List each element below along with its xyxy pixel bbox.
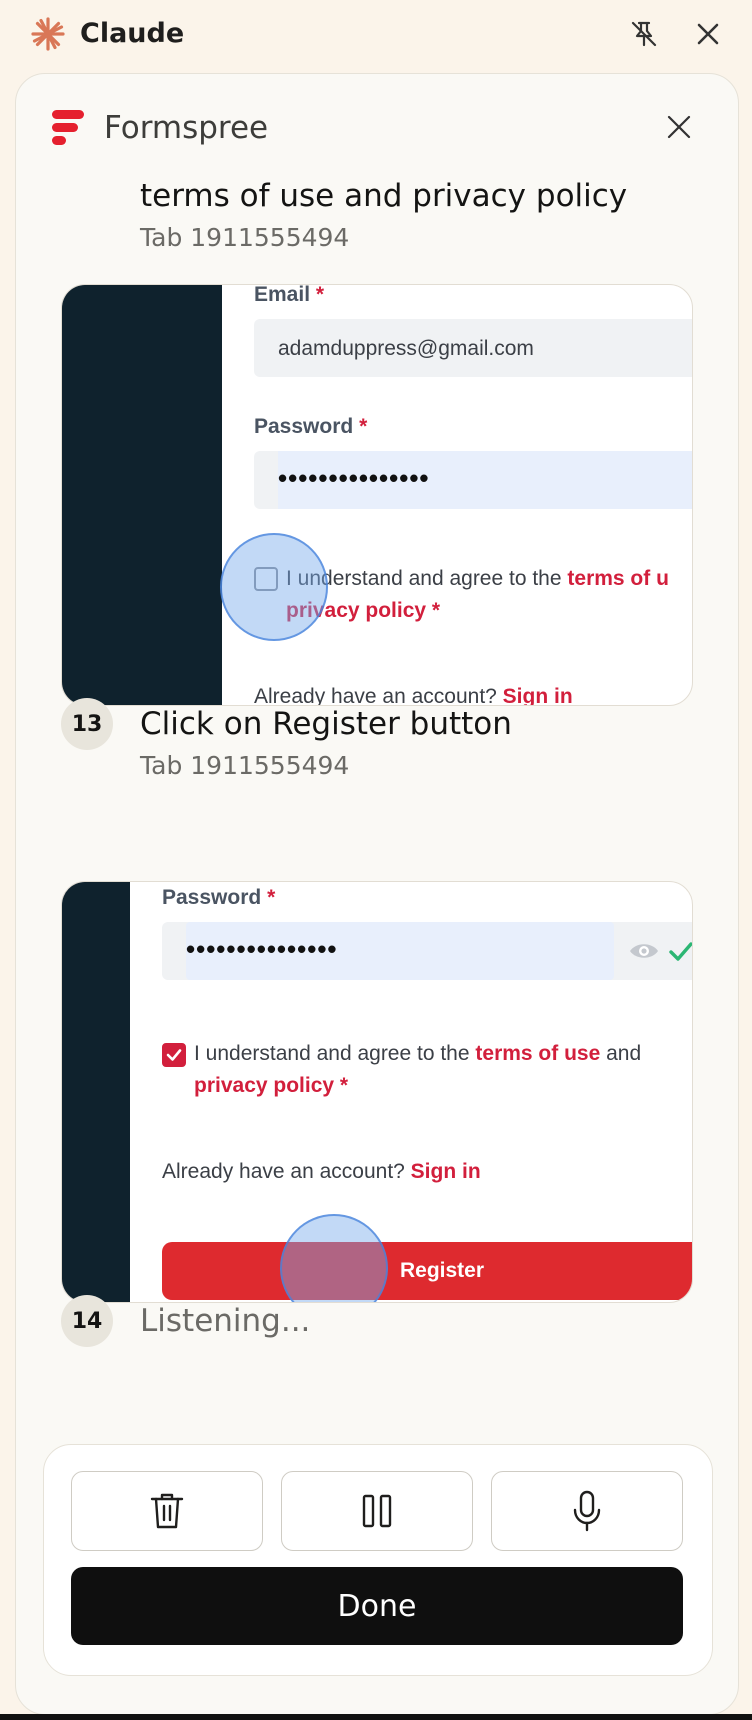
checkmark-icon xyxy=(669,942,692,961)
window-header: Claude xyxy=(0,0,752,70)
agree-text-line1: I understand and agree to the terms of u… xyxy=(194,1042,642,1065)
password-label: Password * xyxy=(254,415,368,438)
click-indicator xyxy=(280,1214,388,1302)
unpin-button[interactable] xyxy=(624,14,664,54)
claude-logo-icon xyxy=(30,16,66,52)
eye-icon xyxy=(630,944,658,958)
step-screenshot[interactable]: Email * adamduppress@gmail.com Password … xyxy=(61,284,693,706)
password-dots: ••••••••••••••• xyxy=(186,934,338,964)
unpin-icon xyxy=(631,21,657,47)
step-tab-label: Tab 1911555494 xyxy=(140,223,350,252)
step-number: 14 xyxy=(61,1295,113,1347)
close-icon xyxy=(697,23,719,45)
pause-button[interactable] xyxy=(281,1471,473,1551)
window-bottom-edge xyxy=(0,1714,752,1720)
email-label: Email * xyxy=(254,284,325,306)
agree-checkbox-checked xyxy=(162,1043,186,1067)
agree-text-line2: privacy policy * xyxy=(194,1074,349,1097)
click-indicator xyxy=(220,533,328,641)
step-title: Click on Register button xyxy=(140,706,512,742)
panel-title: Formspree xyxy=(104,110,269,146)
email-value: adamduppress@gmail.com xyxy=(278,337,534,360)
step-number: 13 xyxy=(61,698,113,750)
formspree-logo-icon xyxy=(52,110,86,146)
listening-status: Listening... xyxy=(140,1303,311,1339)
recording-panel: Formspree terms of use and privacy polic… xyxy=(15,73,739,1715)
delete-button[interactable] xyxy=(71,1471,263,1551)
trash-icon xyxy=(150,1493,184,1529)
panel-close-button[interactable] xyxy=(656,104,702,150)
microphone-button[interactable] xyxy=(491,1471,683,1551)
password-dots: ••••••••••••••• xyxy=(278,463,430,493)
done-button[interactable]: Done xyxy=(71,1567,683,1645)
register-button: Register xyxy=(162,1242,692,1300)
pause-icon xyxy=(362,1494,392,1528)
password-label: Password * xyxy=(162,886,276,909)
step-title: terms of use and privacy policy xyxy=(140,178,628,214)
agree-text-line1: I understand and agree to the terms of u xyxy=(286,567,669,590)
close-icon xyxy=(667,115,691,139)
recording-controls: Done xyxy=(43,1444,713,1676)
microphone-icon xyxy=(573,1490,601,1532)
step-tab-label: Tab 1911555494 xyxy=(140,751,350,780)
sign-in-prompt: Already have an account? Sign in xyxy=(254,685,573,706)
close-window-button[interactable] xyxy=(688,14,728,54)
step-screenshot[interactable]: Password * ••••••••••••••• I understand … xyxy=(61,881,693,1303)
app-title: Claude xyxy=(80,18,185,49)
sign-in-prompt: Already have an account? Sign in xyxy=(162,1160,481,1183)
check-icon xyxy=(166,1049,182,1061)
screenshot-sidebar xyxy=(62,285,222,705)
screenshot-sidebar xyxy=(62,882,130,1302)
